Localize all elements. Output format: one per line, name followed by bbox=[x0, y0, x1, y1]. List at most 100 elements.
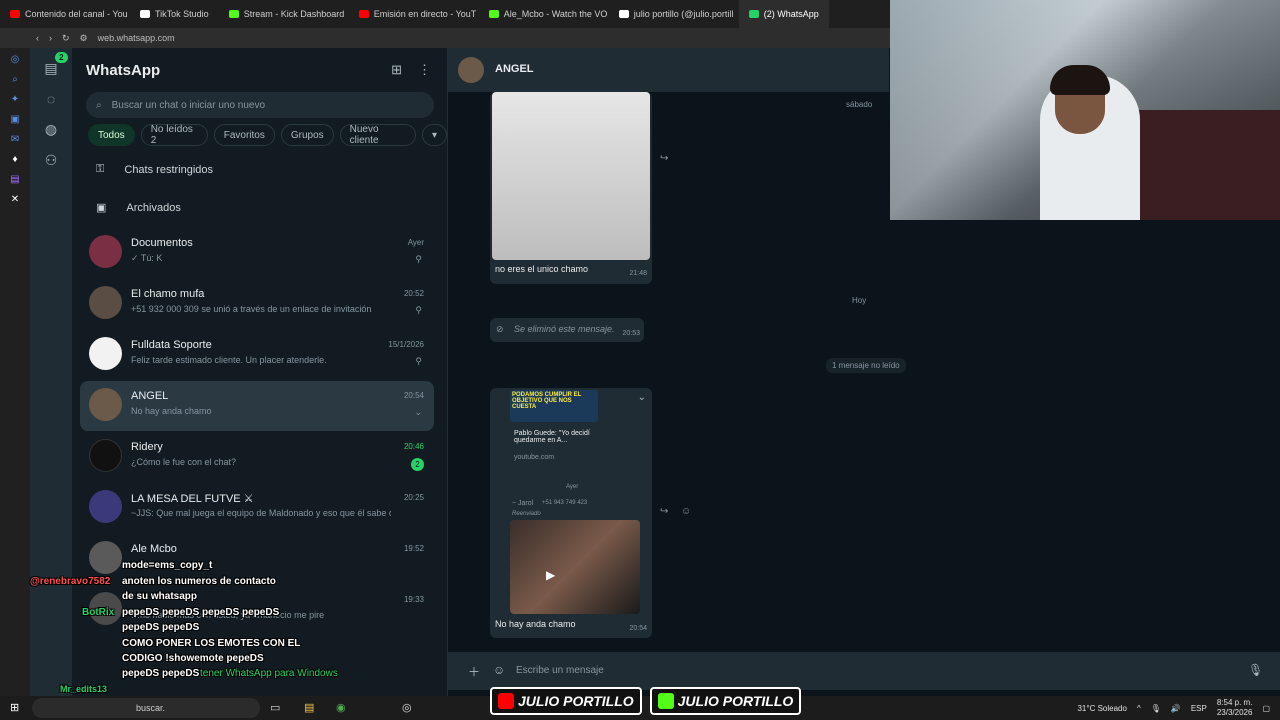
stream-brand-banner: JULIO PORTILLO JULIO PORTILLO bbox=[490, 687, 802, 717]
menu-icon[interactable]: ⋮ bbox=[418, 62, 431, 78]
outlook-icon[interactable]: ✉ bbox=[11, 134, 19, 145]
communities-icon[interactable]: ⚇ bbox=[45, 152, 58, 169]
deleted-message[interactable]: ⊘ Se eliminó este mensaje. 20:53 bbox=[490, 318, 644, 342]
microphone-icon[interactable]: 🎙 bbox=[1151, 704, 1161, 713]
browser-tab-tiktok[interactable]: TikTok Studio bbox=[130, 0, 219, 28]
chat-name: El chamo mufa bbox=[131, 288, 205, 300]
volume-icon[interactable]: 🔊 bbox=[1171, 704, 1181, 713]
chat-row-el-chamo-mufa[interactable]: El chamo mufa +51 932 000 309 se unió a … bbox=[80, 279, 434, 329]
url-field[interactable]: web.whatsapp.com bbox=[98, 33, 175, 43]
notifications-icon[interactable]: ▢ bbox=[1262, 704, 1270, 713]
chat-row-angel[interactable]: ANGEL No hay anda chamo 20:54 ⌄ bbox=[80, 381, 434, 431]
filter-unread[interactable]: No leídos 2 bbox=[140, 124, 208, 146]
chevron-down-icon[interactable]: ⌄ bbox=[638, 392, 646, 403]
chat-line: COMO PONER LOS EMOTES CON EL bbox=[122, 638, 301, 649]
chat-row-ridery[interactable]: Ridery ¿Cómo le fue con el chat? 20:46 2 bbox=[80, 432, 434, 482]
chat-line: anoten los numeros de contacto bbox=[122, 576, 276, 587]
video-thumbnail[interactable] bbox=[510, 520, 640, 614]
app-title: WhatsApp bbox=[86, 62, 161, 79]
search-input[interactable]: ⌕ Buscar un chat o iniciar uno nuevo bbox=[86, 92, 434, 118]
channels-icon[interactable]: ◍ bbox=[45, 121, 57, 138]
emoji-icon[interactable]: ☺ bbox=[493, 663, 505, 677]
browser-tab-youtube-content[interactable]: Contenido del canal - You bbox=[0, 0, 130, 28]
chat-line: CODIGO !showemote pepeDS bbox=[122, 653, 264, 664]
forward-icon[interactable]: ↪ bbox=[660, 153, 668, 164]
file-explorer-icon[interactable]: ▤ bbox=[304, 701, 314, 714]
task-view-icon[interactable]: ▭ bbox=[270, 701, 280, 714]
brand-text: JULIO PORTILLO bbox=[677, 693, 794, 709]
chat-time: 20:25 bbox=[403, 493, 424, 502]
x-icon[interactable]: ✕ bbox=[11, 194, 19, 205]
chat-row-la-mesa-del-futve[interactable]: LA MESA DEL FUTVE ⚔ ~JJS: Que mal juega … bbox=[80, 483, 434, 533]
chat-row-fulldata-soporte[interactable]: Fulldata Soporte Feliz tarde estimado cl… bbox=[80, 330, 434, 380]
tab-label: Stream - Kick Dashboard bbox=[243, 9, 345, 19]
tab-label: (2) WhatsApp bbox=[763, 9, 819, 19]
chats-icon[interactable]: ▤ 2 bbox=[44, 52, 68, 77]
site-info-icon[interactable]: ⚙ bbox=[80, 33, 88, 44]
play-icon[interactable]: ▶ bbox=[546, 568, 555, 582]
tab-label: Emisión en directo - YouT bbox=[373, 9, 477, 19]
filter-groups[interactable]: Grupos bbox=[280, 124, 334, 146]
copilot-icon[interactable]: ◎ bbox=[11, 54, 20, 65]
windows-start-icon[interactable]: ⊞ bbox=[10, 701, 19, 714]
weather-label[interactable]: 31°C Soleado bbox=[1077, 704, 1126, 713]
chevron-up-icon[interactable]: ^ bbox=[1137, 704, 1141, 713]
chrome-icon[interactable]: ◉ bbox=[336, 701, 346, 714]
message-text: Se eliminó este mensaje. bbox=[514, 324, 615, 334]
contact-name[interactable]: ANGEL bbox=[495, 63, 534, 75]
chat-line: pepeDS pepeDS bbox=[122, 668, 200, 679]
back-icon[interactable]: ‹ bbox=[36, 33, 39, 43]
chat-last-message: ✓ Tú: K bbox=[131, 253, 163, 263]
image-message[interactable]: no eres el unico chamo 21:48 bbox=[490, 92, 652, 284]
avatar bbox=[89, 439, 122, 472]
bet-slip-image[interactable] bbox=[492, 92, 650, 260]
browser-tab-kick-watch[interactable]: Ale_Mcbo - Watch the VO bbox=[479, 0, 609, 28]
chat-last-message: ¿Cómo le fue con el chat? bbox=[131, 457, 237, 467]
obs-icon[interactable]: ◎ bbox=[402, 701, 412, 714]
date-divider-today: Hoy bbox=[852, 296, 867, 305]
new-chat-icon[interactable]: ⊞ bbox=[391, 62, 402, 78]
taskbar-search[interactable]: buscar. bbox=[32, 698, 260, 718]
microphone-icon[interactable]: 🎙 bbox=[1248, 663, 1263, 677]
message-composer: ＋ ☺ Escribe un mensaje 🎙 bbox=[448, 652, 1280, 690]
message-input[interactable]: Escribe un mensaje bbox=[516, 665, 604, 676]
filter-more[interactable]: ▾ bbox=[421, 124, 447, 146]
chat-row-documentos[interactable]: Documentos ✓ Tú: K Ayer ⚲ bbox=[80, 228, 434, 278]
conversation-header[interactable]: ANGEL bbox=[448, 48, 889, 92]
message-text: no eres el unico chamo bbox=[495, 264, 589, 274]
avatar bbox=[89, 388, 122, 421]
search-icon[interactable]: ⌕ bbox=[12, 74, 18, 85]
chat-name: ANGEL bbox=[131, 390, 169, 402]
reload-icon[interactable]: ↻ bbox=[62, 33, 70, 44]
forwarded-video-message[interactable]: PODAMOS CUMPLIR EL OBJETIVO QUE NOS CUES… bbox=[490, 388, 652, 638]
streamer-hair bbox=[1050, 65, 1110, 95]
filter-new-client[interactable]: Nuevo cliente bbox=[339, 124, 416, 146]
tools-icon[interactable]: ✦ bbox=[11, 94, 19, 105]
forward-icon[interactable]: › bbox=[49, 33, 52, 43]
status-icon[interactable]: ◌ bbox=[47, 91, 55, 107]
chevron-down-icon[interactable]: ⌄ bbox=[414, 407, 422, 418]
games-icon[interactable]: ▣ bbox=[10, 114, 19, 125]
message-time: 20:54 bbox=[629, 625, 647, 632]
twitch-icon[interactable]: ▤ bbox=[10, 174, 19, 185]
browser-tab-kick-dashboard[interactable]: Stream - Kick Dashboard bbox=[219, 0, 349, 28]
avatar bbox=[89, 235, 122, 268]
unread-divider: 1 mensaje no leído bbox=[826, 358, 906, 373]
clock[interactable]: 8:54 p. m. 23/3/2026 bbox=[1217, 698, 1253, 718]
inner-date: Ayer bbox=[566, 484, 579, 490]
language-label[interactable]: ESP bbox=[1191, 704, 1207, 713]
contact-avatar[interactable] bbox=[458, 57, 484, 83]
browser-tab-whatsapp[interactable]: (2) WhatsApp bbox=[738, 0, 829, 28]
forward-icon[interactable]: ↪ bbox=[660, 506, 668, 517]
brand-text: JULIO PORTILLO bbox=[518, 693, 634, 709]
archived-row[interactable]: ▣ Archivados bbox=[96, 201, 181, 215]
browser-tab-youtube-live[interactable]: Emisión en directo - YouT bbox=[349, 0, 479, 28]
filter-favorites[interactable]: Favoritos bbox=[213, 124, 275, 146]
chat-last-message: +51 932 000 309 se unió a través de un e… bbox=[131, 304, 372, 314]
filter-all[interactable]: Todos bbox=[88, 124, 135, 146]
attach-icon[interactable]: ＋ bbox=[468, 663, 480, 680]
browser-tab-tiktok-profile[interactable]: julio portillo (@julio.portill bbox=[609, 0, 739, 28]
react-icon[interactable]: ☺ bbox=[681, 506, 691, 517]
kick-icon[interactable]: ♦ bbox=[12, 154, 17, 165]
restricted-chats-row[interactable]: ⚿ Chats restringidos bbox=[96, 163, 213, 176]
